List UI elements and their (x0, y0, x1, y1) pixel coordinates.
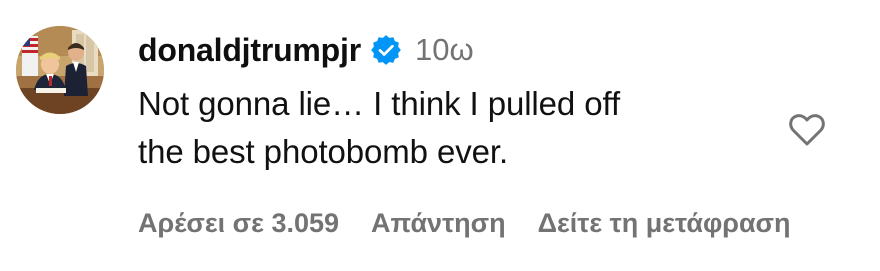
see-translation-link[interactable]: Δείτε τη μετάφραση (538, 208, 791, 239)
avatar-photo (16, 26, 104, 114)
comment-timestamp[interactable]: 10ω (415, 32, 474, 68)
heart-outline-icon[interactable] (787, 110, 827, 150)
comment-text-line: Not gonna lie… I think I pulled off (138, 85, 621, 122)
reply-button[interactable]: Απάντηση (371, 208, 506, 239)
username-link[interactable]: donaldjtrumpjr (138, 32, 361, 69)
comment-actions: Αρέσει σε 3.059 Απάντηση Δείτε τη μετάφρ… (138, 203, 880, 243)
comment-text: Not gonna lie… I think I pulled off the … (138, 80, 758, 176)
comment-text-line: the best photobomb ever. (138, 133, 509, 170)
verified-badge-icon (371, 35, 401, 65)
comment-row: donaldjtrumpjr 10ω Not gonna lie… I thin… (0, 0, 880, 271)
comment-header: donaldjtrumpjr 10ω (138, 28, 474, 72)
likes-count-link[interactable]: Αρέσει σε 3.059 (138, 208, 339, 239)
profile-avatar[interactable] (16, 26, 104, 114)
